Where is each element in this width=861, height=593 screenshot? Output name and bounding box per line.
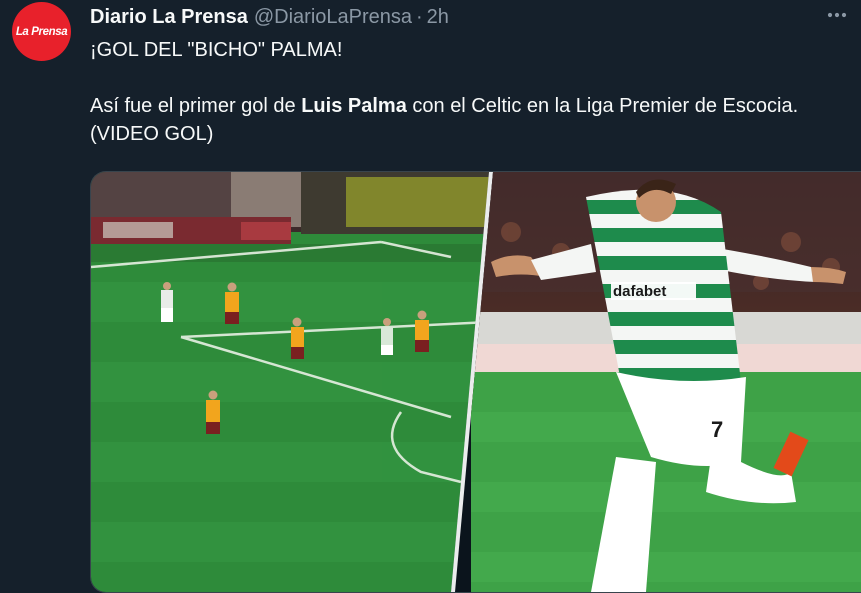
tweet-body: Así fue el primer gol de Luis Palma con … [90, 92, 830, 148]
media-collage: dafabet 7 [91, 172, 861, 592]
shirt-number: 7 [711, 417, 723, 442]
jersey-sponsor: dafabet [613, 283, 666, 300]
player-name: Luis Palma [301, 95, 407, 117]
timestamp[interactable]: 2h [427, 6, 449, 29]
celebration-photo: dafabet 7 [471, 172, 861, 592]
display-name[interactable]: Diario La Prensa [90, 6, 248, 29]
tweet-text: ¡GOL DEL "BICHO" PALMA! Así fue el prime… [90, 36, 830, 148]
avatar-logo-text: La Prensa [15, 25, 68, 38]
tweet-body-start: Así fue el primer gol de [90, 95, 302, 117]
tweet-headline: ¡GOL DEL "BICHO" PALMA! [90, 39, 343, 61]
tweet-media[interactable]: dafabet 7 [90, 171, 861, 593]
match-footage [91, 172, 489, 592]
tweet-header: Diario La Prensa @DiarioLaPrensa · 2h [90, 4, 811, 30]
more-horizontal-icon [827, 12, 847, 18]
separator-dot: · [416, 5, 423, 28]
more-options-button[interactable] [825, 4, 849, 26]
handle[interactable]: @DiarioLaPrensa [254, 6, 412, 29]
avatar[interactable]: La Prensa [12, 2, 71, 61]
